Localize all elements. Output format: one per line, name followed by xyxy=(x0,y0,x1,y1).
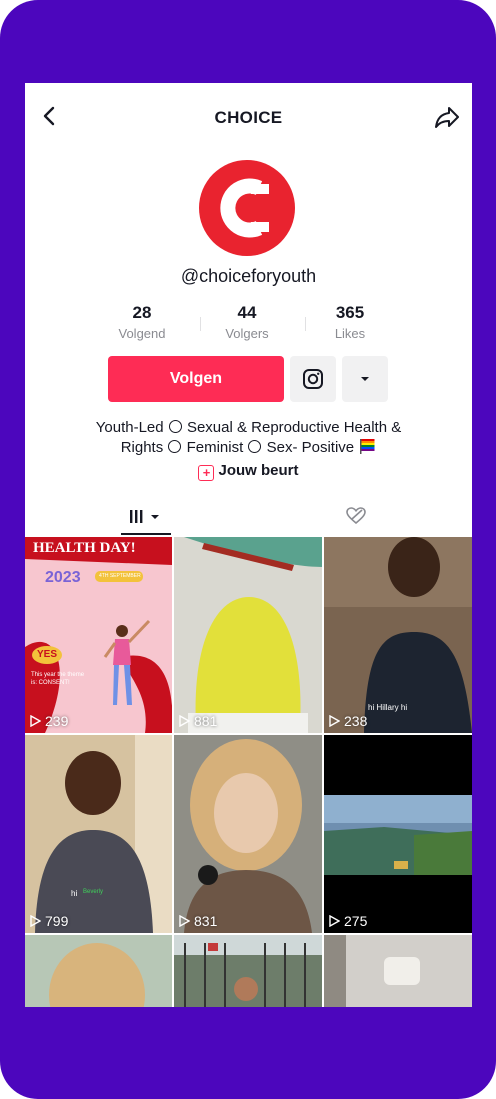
view-count-value: 831 xyxy=(194,913,218,929)
view-count: 831 xyxy=(178,913,217,929)
follow-button[interactable]: Volgen xyxy=(108,356,284,402)
thumb-year: 2023 xyxy=(45,569,81,586)
stat-value: 44 xyxy=(237,303,257,322)
stat-label: Likes xyxy=(334,326,366,341)
play-icon xyxy=(329,715,340,727)
stat-likes[interactable]: 365 Likes xyxy=(305,303,395,341)
stat-value: 28 xyxy=(132,303,152,322)
stat-label: Volgend xyxy=(118,326,166,341)
video-thumbnail[interactable]: hi Beverly 799 xyxy=(25,735,172,933)
top-bar: CHOICE xyxy=(25,83,472,149)
jouw-beurt-link[interactable]: + Jouw beurt xyxy=(25,462,472,481)
video-thumbnail[interactable] xyxy=(324,935,472,1007)
circle-icon xyxy=(168,420,182,433)
active-tab-indicator xyxy=(121,533,171,535)
plus-box-icon: + xyxy=(198,465,215,481)
instagram-button[interactable] xyxy=(290,356,336,402)
view-count-value: 238 xyxy=(344,713,368,729)
more-dropdown-button[interactable] xyxy=(342,356,388,402)
view-count: 799 xyxy=(29,913,68,929)
play-icon xyxy=(30,715,41,727)
view-count: 239 xyxy=(29,713,68,729)
thumb-caption: hi Hillary hi xyxy=(368,703,408,712)
play-icon xyxy=(179,715,190,727)
choice-logo-icon xyxy=(220,178,269,238)
fence-flags-thumb-art xyxy=(174,935,322,1007)
page-title: CHOICE xyxy=(214,108,283,127)
play-icon xyxy=(30,915,41,927)
room-lamp-thumb-art xyxy=(324,935,472,1007)
circle-icon xyxy=(248,440,262,453)
video-thumbnail[interactable]: 831 xyxy=(174,735,322,933)
stat-following[interactable]: 28 Volgend xyxy=(97,303,187,341)
tab-videos[interactable] xyxy=(71,497,221,535)
health-day-thumb-art xyxy=(25,537,172,733)
bio-text: Sex- Positive xyxy=(266,439,355,456)
bio-text: Youth-Led xyxy=(95,419,164,436)
video-thumbnail[interactable] xyxy=(25,935,172,1007)
view-count: 275 xyxy=(328,913,367,929)
stat-followers[interactable]: 44 Volgers xyxy=(202,303,292,341)
video-thumbnail[interactable]: hi Hillary hi 238 xyxy=(324,537,472,733)
video-thumbnail[interactable]: 881 xyxy=(174,537,322,733)
thumb-title: HEALTH DAY! xyxy=(33,540,136,556)
instagram-icon xyxy=(303,369,323,389)
view-count-value: 881 xyxy=(194,713,218,729)
tab-liked[interactable] xyxy=(281,497,431,535)
view-count-value: 275 xyxy=(344,913,368,929)
link-label: Jouw beurt xyxy=(218,462,299,479)
thumb-caption-name: Beverly xyxy=(83,889,104,895)
view-count-value: 799 xyxy=(45,913,69,929)
play-icon xyxy=(179,915,190,927)
thumb-yes: YES xyxy=(37,649,58,660)
grid-bars-icon xyxy=(130,510,159,523)
stat-value: 365 xyxy=(335,303,365,322)
woman-curly-hair-thumb-art xyxy=(174,735,322,933)
thumb-caption: hi xyxy=(71,889,78,898)
content-tabs xyxy=(25,497,472,535)
bio-text: Sexual & Reproductive Health & xyxy=(186,419,402,436)
bio-text: Feminist xyxy=(186,439,244,456)
video-grid: HEALTH DAY! 2023 4TH SEPTEMBER YES This … xyxy=(25,537,472,1007)
circle-icon xyxy=(168,440,182,453)
profile-stats: 28 Volgend 44 Volgers 365 Likes xyxy=(97,303,397,347)
video-thumbnail[interactable] xyxy=(174,935,322,1007)
app-screen: CHOICE @choiceforyouth 28 Volgend 44 Vol… xyxy=(25,83,472,1007)
play-icon xyxy=(329,915,340,927)
minecraft-landscape-thumb-art xyxy=(324,735,472,933)
view-count: 881 xyxy=(178,713,217,729)
thumb-badge: 4TH SEPTEMBER xyxy=(99,573,141,579)
video-thumbnail[interactable]: HEALTH DAY! 2023 4TH SEPTEMBER YES This … xyxy=(25,537,172,733)
smiling-woman-thumb-art xyxy=(25,735,172,933)
profile-bio: Youth-Led Sexual & Reproductive Health &… xyxy=(65,418,432,458)
stat-label: Volgers xyxy=(225,326,269,341)
view-count-value: 239 xyxy=(45,713,69,729)
caret-down-icon xyxy=(361,377,369,381)
view-count: 238 xyxy=(328,713,367,729)
avatar[interactable] xyxy=(199,160,295,256)
video-thumbnail[interactable]: 275 xyxy=(324,735,472,933)
blonde-person-thumb-art xyxy=(25,935,172,1007)
knife-sponge-thumb-art xyxy=(174,537,322,733)
stat-divider xyxy=(200,317,201,331)
thumb-caption: This year the theme is: CONSENT! xyxy=(31,672,85,686)
hidden-heart-icon xyxy=(346,507,366,525)
username: @choiceforyouth xyxy=(180,266,317,286)
share-icon[interactable] xyxy=(434,105,460,129)
bio-text: Rights xyxy=(120,439,164,456)
device-frame: CHOICE @choiceforyouth 28 Volgend 44 Vol… xyxy=(0,0,496,1099)
rainbow-flag-icon xyxy=(360,439,375,454)
